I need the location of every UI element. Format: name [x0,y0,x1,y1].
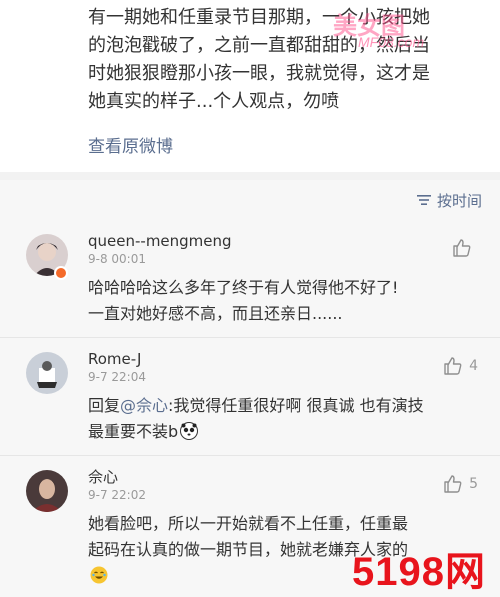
comment-item: queen--mengmeng 9-8 00:01 哈哈哈哈这么多年了终于有人觉… [0,220,500,338]
like-button[interactable] [452,238,478,258]
comment-body: 哈哈哈哈这么多年了终于有人觉得他不好了! 一直对她好感不高，而且还亲日.....… [88,275,482,337]
comment-body: 回复@佘心:我觉得任重很好啊 很真诚 也有演技 最重要不装b [88,393,482,455]
sort-bar: 按时间 [0,180,500,220]
post-line: 有一期她和任重录节目那期，一个小孩把她 [88,7,430,28]
comment-line: 最重要不装b [88,419,482,445]
avatar[interactable] [26,352,68,394]
mention-link[interactable]: @佘心 [120,396,168,415]
watermark-logo: 5198网 [352,550,486,594]
post-line: 时她狠狠瞪那小孩一眼，我就觉得，这才是 [88,63,430,84]
comment-time: 9-8 00:01 [88,252,146,266]
comment-line: 她看脸吧，所以一开始就看不上任重，任重最 [88,514,409,533]
comments-section: 按时间 queen--mengmeng 9-8 00:01 哈哈哈哈这么多年了终… [0,172,500,597]
sort-icon[interactable] [416,194,431,206]
thumbs-up-icon [444,475,462,493]
thumbs-up-icon [453,239,471,257]
comment-line: 一直对她好感不高，而且还亲日...... [88,304,343,323]
comment-username[interactable]: Rome-J [88,350,482,368]
avatar[interactable] [26,470,68,512]
comment-line: 哈哈哈哈这么多年了终于有人觉得他不好了! [88,278,399,297]
like-button[interactable]: 4 [443,356,478,376]
like-count: 4 [469,358,478,374]
comment-time: 9-7 22:04 [88,370,146,384]
comment-item: Rome-J 9-7 22:04 回复@佘心:我觉得任重很好啊 很真诚 也有演技… [0,338,500,456]
comment-time: 9-7 22:02 [88,488,146,502]
reply-text: 最重要不装b [88,422,179,441]
reply-prefix: 回复 [88,396,121,415]
like-count: 5 [469,476,478,492]
view-original-link[interactable]: 查看原微博 [88,132,500,157]
comment-username[interactable]: 佘心 [88,468,482,486]
comment-username[interactable]: queen--mengmeng [88,232,482,250]
post-content: 有一期她和任重录节目那期，一个小孩把她 的泡泡戳破了，之前一直都甜甜的，然后当 … [0,0,500,172]
post-line: 她真实的样子...个人观点，勿喷 [88,91,340,112]
panda-emoji-icon [180,422,199,440]
sort-by-time-button[interactable]: 按时间 [437,190,482,211]
laughing-emoji-icon [90,566,108,584]
verified-badge-icon [54,266,68,280]
post-text: 有一期她和任重录节目那期，一个小孩把她 的泡泡戳破了，之前一直都甜甜的，然后当 … [88,4,480,116]
thumbs-up-icon [444,357,462,375]
reply-text: :我觉得任重很好啊 很真诚 也有演技 [168,396,424,415]
like-button[interactable]: 5 [443,474,478,494]
section-divider [0,172,500,180]
watermark-domain: MF08.com [358,34,425,50]
comment-line: 回复@佘心:我觉得任重很好啊 很真诚 也有演技 [88,393,482,419]
